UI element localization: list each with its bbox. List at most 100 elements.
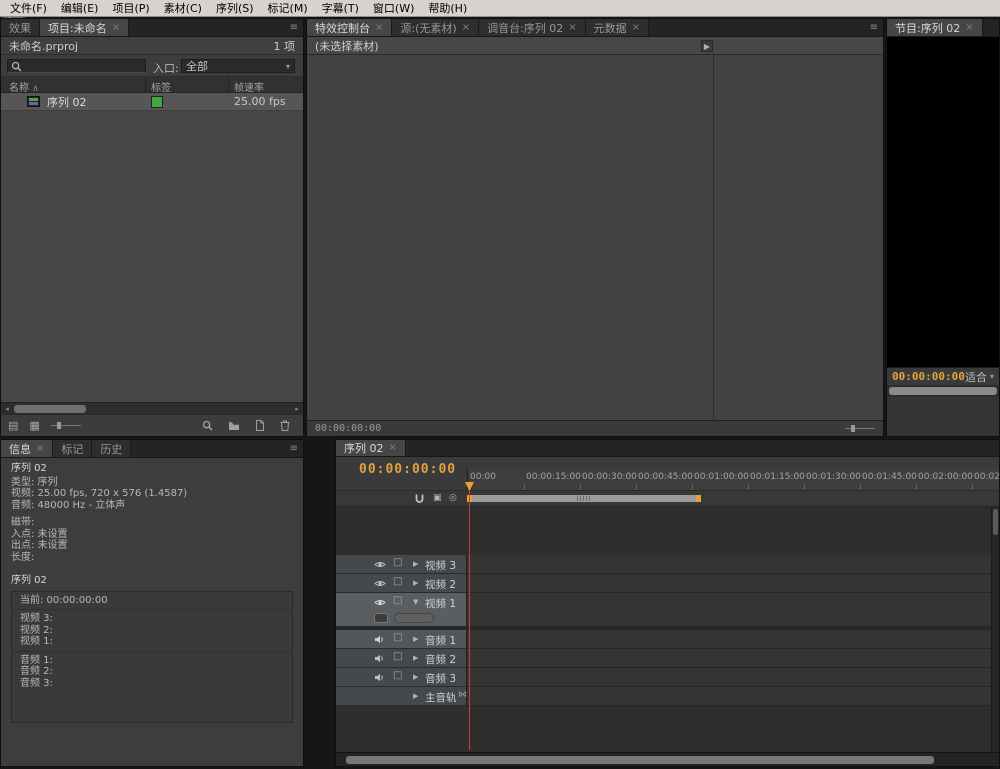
project-row-sequence[interactable]: 序列 02 25.00 fps [1,93,303,111]
column-label[interactable]: 标签 [151,79,171,94]
audio-track-2-lane[interactable] [467,649,991,668]
audio-track-3-header[interactable]: □ ▶ 音频 3 [336,668,467,687]
menu-item-edit[interactable]: 编辑(E) [54,0,106,17]
video-track-1-header[interactable]: □ ▼ 视频 1 [336,593,467,627]
menu-item-clip[interactable]: 素材(C) [157,0,209,17]
tab-metadata[interactable]: 元数据 × [586,19,649,36]
sync-lock-icon[interactable]: □ [393,651,402,662]
keyframe-display-button[interactable] [394,613,434,623]
find-icon[interactable] [202,420,213,431]
close-tab-icon[interactable]: × [568,23,576,33]
timeline-timecode[interactable]: 00:00:00:00 [359,462,456,477]
master-track-lane[interactable] [467,687,991,706]
close-tab-icon[interactable]: × [965,23,973,33]
menu-item-sequence[interactable]: 序列(S) [209,0,261,17]
program-scrollbar[interactable] [887,385,999,397]
video-track-2-header[interactable]: □ ▶ 视频 2 [336,574,467,593]
expand-track-icon[interactable]: ▶ [413,692,418,700]
video-track-2-lane[interactable] [467,574,991,593]
sync-lock-icon[interactable]: □ [393,576,402,587]
video-track-1-lane[interactable] [467,593,991,627]
expand-track-icon[interactable]: ▶ [413,654,418,662]
scroll-left-icon[interactable]: ◂ [1,403,13,415]
tab-sequence-02[interactable]: 序列 02 × [336,440,406,456]
panel-menu-icon[interactable]: ≡ [870,19,878,37]
toggle-track-output-icon[interactable] [374,598,386,607]
timeline-horizontal-scrollbar[interactable] [336,752,999,766]
new-bin-icon[interactable] [228,421,240,431]
zoom-slider[interactable] [845,424,875,433]
tab-effects[interactable]: 效果 [1,19,40,36]
snap-icon[interactable] [414,493,425,505]
audio-track-3-lane[interactable] [467,668,991,687]
close-tab-icon[interactable]: × [389,443,397,453]
tab-markers[interactable]: 标记 [53,440,92,457]
close-tab-icon[interactable]: × [375,23,383,33]
scrollbar-thumb[interactable] [993,509,998,535]
toggle-track-output-icon[interactable] [374,560,386,569]
menu-item-marker[interactable]: 标记(M) [261,0,315,17]
sync-lock-icon[interactable]: □ [393,557,402,568]
video-track-3-header[interactable]: □ ▶ 视频 3 [336,555,467,574]
tab-audio-mixer[interactable]: 调音台:序列 02 × [479,19,586,36]
tab-history[interactable]: 历史 [92,440,131,457]
audio-track-2-header[interactable]: □ ▶ 音频 2 [336,649,467,668]
menu-item-help[interactable]: 帮助(H) [421,0,474,17]
time-ruler[interactable]: 00:00 00:00:15:00 00:00:30:00 00:00:45:0… [467,469,999,490]
zoom-slider[interactable] [51,421,81,430]
collapse-track-icon[interactable]: ▼ [413,598,418,606]
project-horizontal-scrollbar[interactable]: ◂ ▸ [1,402,303,414]
video-track-3-lane[interactable] [467,555,991,574]
encore-chapter-marker-icon[interactable]: ▣ [433,494,442,503]
sync-lock-icon[interactable]: □ [393,670,402,681]
column-frame-rate[interactable]: 帧速率 [234,79,264,94]
tab-source-monitor[interactable]: 源:(无素材) × [392,19,479,36]
scrollbar-thumb[interactable] [889,387,997,395]
audio-track-1-header[interactable]: □ ▶ 音频 1 [336,630,467,649]
expand-track-icon[interactable]: ▶ [413,673,418,681]
work-area-grip[interactable] [577,496,591,501]
search-input[interactable] [7,59,146,73]
effects-timecode[interactable]: 00:00:00:00 [315,423,381,434]
tab-effect-controls[interactable]: 特效控制台 × [307,19,392,36]
audio-track-1-lane[interactable] [467,630,991,649]
toggle-track-audio-icon[interactable] [374,635,385,644]
sync-lock-icon[interactable]: □ [393,595,402,606]
close-tab-icon[interactable]: × [632,23,640,33]
close-tab-icon[interactable]: × [36,444,44,454]
expand-track-icon[interactable]: ▶ [413,560,418,568]
menu-item-title[interactable]: 字幕(T) [315,0,366,17]
program-timecode[interactable]: 00:00:00:00 [892,370,965,383]
scrollbar-thumb[interactable] [14,405,86,413]
scroll-right-icon[interactable]: ▸ [291,403,303,415]
unnumbered-marker-icon[interactable]: ◎ [449,494,457,503]
program-preview[interactable] [887,37,999,367]
list-view-icon[interactable]: ▤ [8,419,18,432]
tab-project[interactable]: 项目:未命名 × [40,19,129,36]
effect-controls-body[interactable] [307,55,883,420]
menu-item-window[interactable]: 窗口(W) [366,0,421,17]
toggle-track-audio-icon[interactable] [374,673,385,682]
master-track-header[interactable]: ▶ 主音轨 ⋈ [336,687,467,706]
label-color-chip[interactable] [151,96,163,108]
entry-select[interactable]: 全部 ▾ [181,59,295,73]
set-display-style-icon[interactable] [374,613,388,623]
column-name[interactable]: 名称 ∧ [9,79,39,94]
toggle-track-output-icon[interactable] [374,579,386,588]
tab-info[interactable]: 信息 × [1,440,53,457]
playhead-line[interactable] [469,484,470,750]
expand-track-icon[interactable]: ▶ [413,579,418,587]
close-tab-icon[interactable]: × [112,23,120,33]
menu-item-project[interactable]: 项目(P) [105,0,156,17]
icon-view-icon[interactable]: ▦ [29,419,39,432]
tab-program[interactable]: 节目:序列 02 × [887,19,983,36]
panel-menu-icon[interactable]: ≡ [290,440,298,458]
expand-track-icon[interactable]: ▶ [413,635,418,643]
menu-item-file[interactable]: 文件(F) [3,0,54,17]
scrollbar-thumb[interactable] [346,756,934,764]
panel-menu-icon[interactable]: ≡ [290,19,298,37]
work-area-bar[interactable] [467,495,701,502]
toggle-track-audio-icon[interactable] [374,654,385,663]
sync-lock-icon[interactable]: □ [393,632,402,643]
show-timeline-view-icon[interactable]: ▶ [701,40,713,52]
